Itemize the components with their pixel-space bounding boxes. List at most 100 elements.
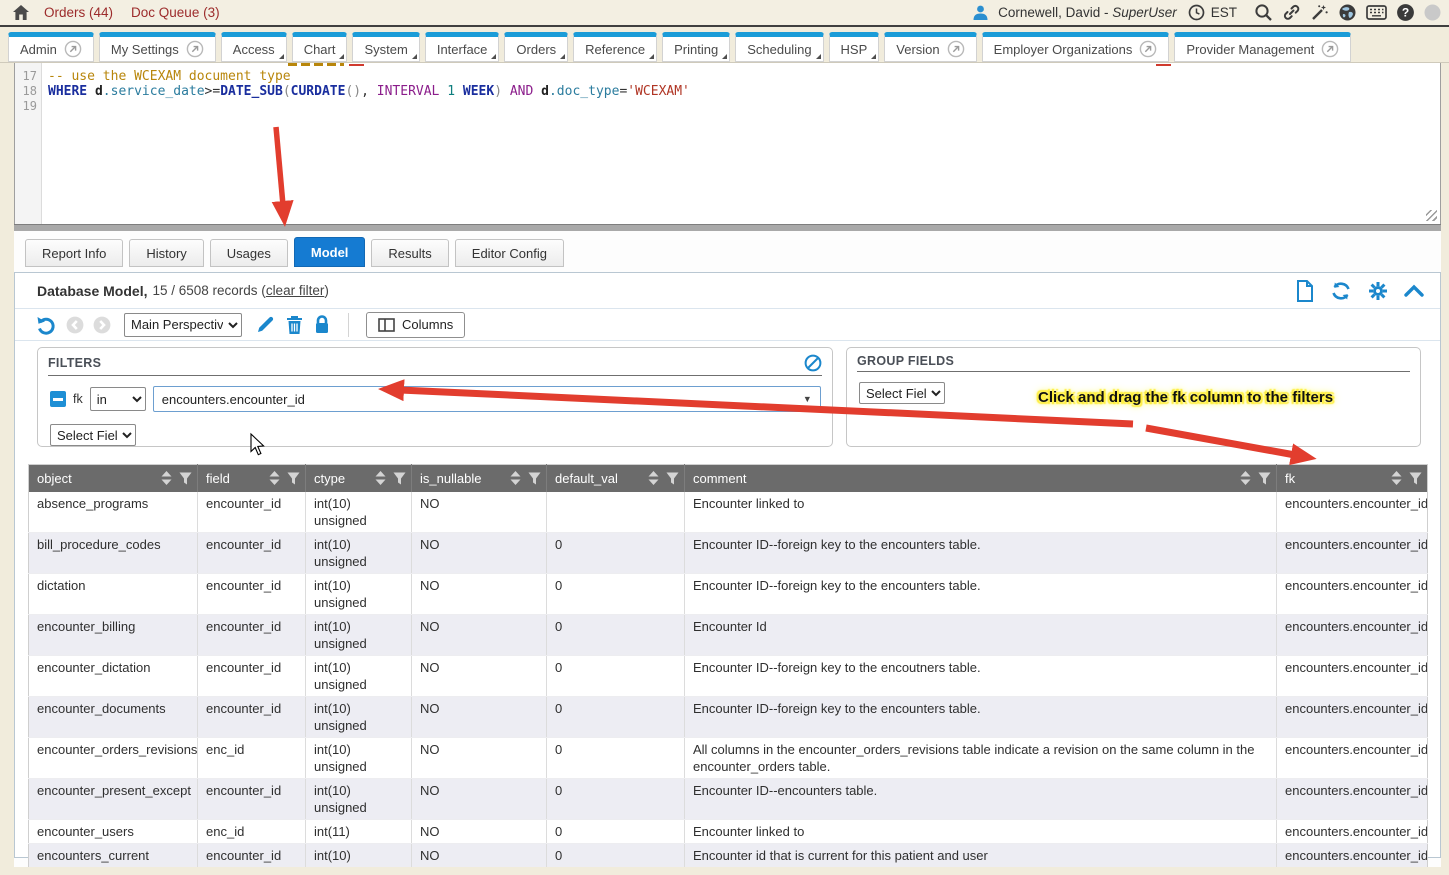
nav-tab-printing[interactable]: Printing	[662, 32, 730, 62]
column-label: object	[37, 471, 161, 486]
table-row[interactable]: encounter_usersenc_idint(11)NO0Encounter…	[29, 819, 1428, 843]
result-tab-results[interactable]: Results	[371, 239, 448, 267]
edit-pencil-icon[interactable]	[255, 314, 276, 335]
table-row[interactable]: encounter_orders_revisionsenc_idint(10) …	[29, 737, 1428, 778]
code-token: ,	[361, 84, 377, 99]
columns-button[interactable]: Columns	[366, 312, 465, 338]
wand-icon[interactable]	[1310, 3, 1329, 22]
editor-code[interactable]: -- use the WCEXAM document typeWHERE d.s…	[42, 63, 1440, 224]
sort-icon[interactable]	[375, 471, 386, 485]
delete-trash-icon[interactable]	[285, 314, 304, 335]
history-forward-icon[interactable]	[93, 316, 111, 334]
column-header-is-nullable[interactable]: is_nullable	[412, 465, 547, 492]
sort-icon[interactable]	[510, 471, 521, 485]
sql-editor[interactable]: 171819 -- use the WCEXAM document typeWH…	[14, 63, 1441, 224]
code-token: d	[541, 84, 549, 99]
filters-add-field-select[interactable]: Select Field	[50, 424, 136, 446]
remove-filter-button[interactable]	[50, 391, 66, 407]
nav-tab-employer-organizations[interactable]: Employer Organizations	[982, 32, 1170, 62]
undo-icon[interactable]	[35, 314, 57, 336]
nav-tab-label: System	[364, 42, 407, 57]
table-row[interactable]: absence_programsencounter_idint(10) unsi…	[29, 492, 1428, 533]
collapse-icon[interactable]	[1404, 284, 1424, 298]
keyboard-icon[interactable]	[1366, 5, 1387, 20]
table-row[interactable]: bill_procedure_codesencounter_idint(10) …	[29, 532, 1428, 573]
filter-operator-select[interactable]: in	[90, 387, 146, 411]
link-icon[interactable]	[1282, 3, 1301, 22]
column-header-fk[interactable]: fk	[1277, 465, 1428, 492]
table-row[interactable]: encounter_dictationencounter_idint(10) u…	[29, 655, 1428, 696]
result-tab-history[interactable]: History	[129, 239, 203, 267]
globe-icon[interactable]	[1338, 3, 1357, 22]
filter-funnel-icon[interactable]	[666, 472, 679, 485]
combobox-dropdown-icon[interactable]: ▼	[795, 394, 820, 404]
open-external-icon[interactable]	[186, 40, 204, 58]
filter-funnel-icon[interactable]	[1258, 472, 1271, 485]
result-tab-model[interactable]: Model	[294, 237, 366, 267]
result-tab-editor-config[interactable]: Editor Config	[455, 239, 564, 267]
filter-funnel-icon[interactable]	[179, 472, 192, 485]
nav-tab-scheduling[interactable]: Scheduling	[735, 32, 823, 62]
nav-tab-chart[interactable]: Chart	[292, 32, 348, 62]
result-tab-usages[interactable]: Usages	[210, 239, 288, 267]
open-external-icon[interactable]	[1139, 40, 1157, 58]
home-icon[interactable]	[12, 4, 30, 21]
clear-filter-link[interactable]: clear filter	[266, 283, 325, 298]
nav-tab-interface[interactable]: Interface	[425, 32, 500, 62]
nav-tab-admin[interactable]: Admin	[8, 32, 94, 62]
nav-tab-system[interactable]: System	[352, 32, 419, 62]
filter-value-combobox[interactable]: ▼	[153, 386, 821, 412]
help-icon[interactable]: ?	[1396, 3, 1415, 22]
result-tab-report-info[interactable]: Report Info	[25, 239, 123, 267]
new-document-icon[interactable]	[1295, 280, 1315, 302]
column-header-inner: is_nullable	[420, 471, 544, 486]
column-header-comment[interactable]: comment	[685, 465, 1277, 492]
code-token: WHERE	[48, 84, 95, 99]
nav-tab-orders[interactable]: Orders	[504, 32, 568, 62]
sort-icon[interactable]	[269, 471, 280, 485]
nav-tab-my-settings[interactable]: My Settings	[99, 32, 216, 62]
cell-comment: Encounter ID--foreign key to the encount…	[685, 573, 1277, 614]
column-header-default-val[interactable]: default_val	[547, 465, 685, 492]
table-row[interactable]: encounter_documentsencounter_idint(10) u…	[29, 696, 1428, 737]
cell-ctype: int(10) unsigned	[306, 655, 412, 696]
sort-icon[interactable]	[648, 471, 659, 485]
nav-tab-access[interactable]: Access	[221, 32, 287, 62]
nav-tab-hsp[interactable]: HSP	[829, 32, 880, 62]
perspective-select[interactable]: Main Perspective	[124, 313, 242, 337]
sort-icon[interactable]	[161, 471, 172, 485]
menu-item-doc-queue-3[interactable]: Doc Queue (3)	[131, 5, 220, 20]
table-row[interactable]: encounter_present_exceptencounter_idint(…	[29, 778, 1428, 819]
gear-icon[interactable]	[1367, 280, 1389, 302]
open-external-icon[interactable]	[64, 40, 82, 58]
refresh-icon[interactable]	[1330, 280, 1352, 302]
filter-funnel-icon[interactable]	[528, 472, 541, 485]
open-external-icon[interactable]	[1321, 40, 1339, 58]
lock-icon[interactable]	[313, 314, 331, 335]
nav-tab-reference[interactable]: Reference	[573, 32, 657, 62]
clock-icon[interactable]	[1188, 4, 1205, 21]
filter-value-input[interactable]	[154, 392, 795, 407]
column-header-object[interactable]: object	[29, 465, 198, 492]
table-row[interactable]: encounter_billingencounter_idint(10) uns…	[29, 614, 1428, 655]
cell-object: encounter_users	[29, 819, 198, 843]
clear-filters-icon[interactable]	[804, 354, 822, 372]
open-external-icon[interactable]	[947, 40, 965, 58]
editor-resize-grip[interactable]	[1426, 210, 1437, 221]
menu-item-orders-44[interactable]: Orders (44)	[44, 5, 113, 20]
column-label: is_nullable	[420, 471, 510, 486]
nav-tab-provider-management[interactable]: Provider Management	[1174, 32, 1351, 62]
sort-icon[interactable]	[1391, 471, 1402, 485]
column-header-ctype[interactable]: ctype	[306, 465, 412, 492]
filter-funnel-icon[interactable]	[393, 472, 406, 485]
column-header-icons	[1391, 471, 1425, 485]
filter-funnel-icon[interactable]	[287, 472, 300, 485]
sort-icon[interactable]	[1240, 471, 1251, 485]
history-back-icon[interactable]	[66, 316, 84, 334]
filter-funnel-icon[interactable]	[1409, 472, 1422, 485]
group-fields-select[interactable]: Select Field	[859, 382, 945, 404]
column-header-field[interactable]: field	[198, 465, 306, 492]
table-row[interactable]: dictationencounter_idint(10) unsignedNO0…	[29, 573, 1428, 614]
nav-tab-version[interactable]: Version	[884, 32, 976, 62]
search-icon[interactable]	[1254, 3, 1273, 22]
